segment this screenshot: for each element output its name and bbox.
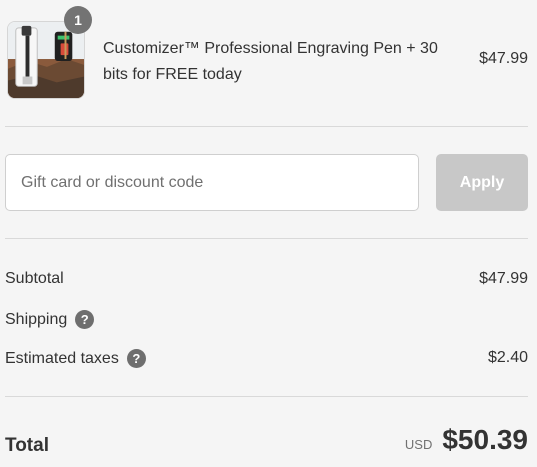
subtotal-label: Subtotal	[5, 270, 64, 287]
quantity-badge: 1	[64, 6, 92, 34]
total-amount: $50.39	[442, 424, 528, 455]
divider	[5, 238, 528, 239]
divider	[5, 396, 528, 397]
total-label: Total	[5, 435, 49, 456]
product-title: Customizer™ Professional Engraving Pen +…	[103, 40, 438, 83]
shipping-help-icon[interactable]: ?	[75, 310, 95, 329]
apply-discount-button[interactable]: Apply	[436, 154, 528, 211]
total-currency: USD	[404, 437, 433, 452]
taxes-label: Estimated taxes	[5, 349, 119, 367]
total-price: USD $50.39	[405, 424, 528, 456]
taxes-help-icon[interactable]: ?	[126, 349, 146, 368]
shipping-label: Shipping	[5, 310, 68, 328]
divider	[5, 126, 528, 127]
subtotal-value: $47.99	[479, 270, 528, 287]
taxes-row: Estimated taxes ?	[5, 349, 146, 368]
shipping-row: Shipping ?	[5, 310, 95, 329]
discount-code-input[interactable]	[5, 154, 419, 211]
product-price: $47.99	[479, 50, 528, 67]
taxes-value: $2.40	[487, 349, 528, 366]
subtotal-row: Subtotal	[5, 270, 64, 288]
engraving-pen-product-photo-icon	[8, 22, 84, 98]
